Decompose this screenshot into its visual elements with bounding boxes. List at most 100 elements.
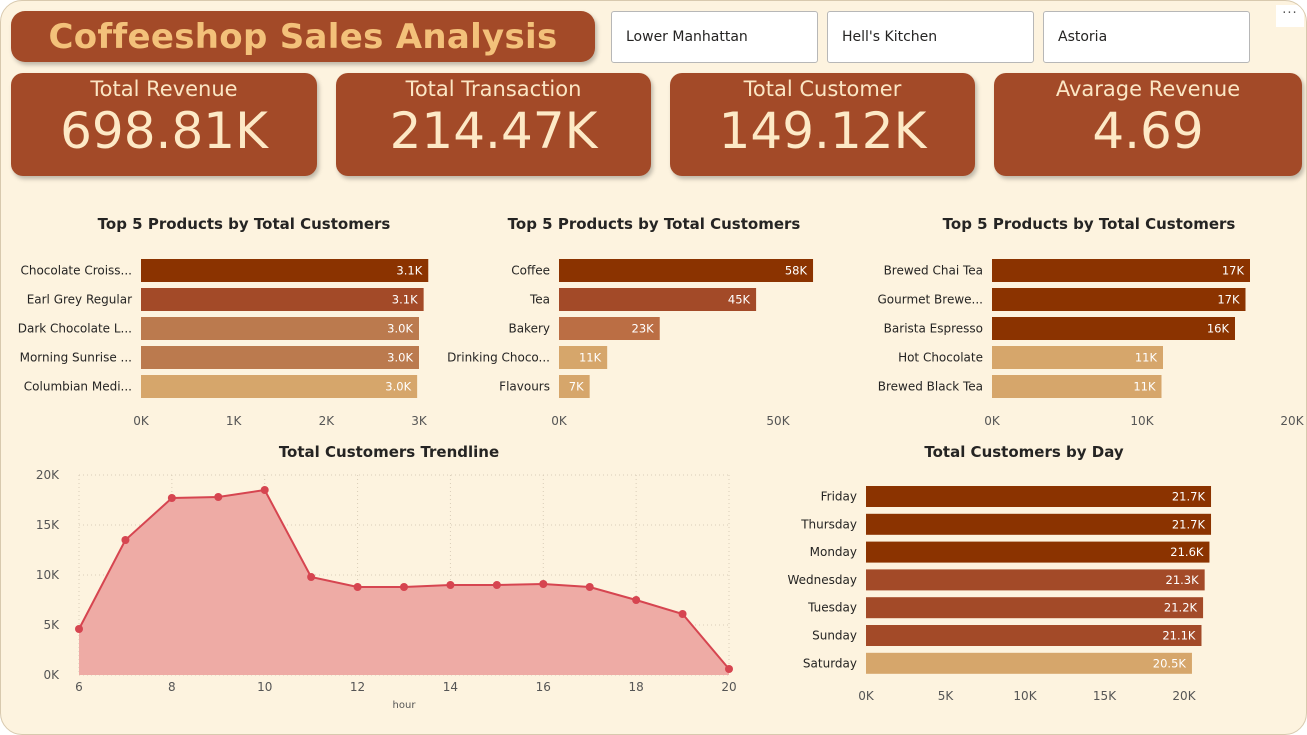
data-point bbox=[167, 494, 176, 502]
data-label: 3.0K bbox=[385, 380, 411, 394]
category-label: Hot Chocolate bbox=[898, 351, 983, 365]
kpi-label: Avarage Revenue bbox=[1055, 77, 1241, 101]
kpi-value: 698.81K bbox=[60, 102, 268, 160]
bar bbox=[992, 317, 1235, 340]
category-label: Brewed Chai Tea bbox=[884, 264, 983, 278]
data-label: 21.3K bbox=[1166, 573, 1200, 587]
data-label: 11K bbox=[1133, 380, 1156, 394]
bar bbox=[559, 259, 814, 282]
x-tick-label: 3K bbox=[411, 414, 428, 428]
x-tick-label: 0K bbox=[984, 414, 1001, 428]
data-point bbox=[214, 493, 223, 501]
dashboard-canvas: Coffeeshop Sales Analysis Lower Manhatta… bbox=[0, 0, 1307, 735]
data-point bbox=[632, 596, 641, 604]
category-label: Gourmet Brewe... bbox=[878, 293, 984, 307]
x-tick-label: 8 bbox=[168, 680, 176, 694]
kpi-value: 4.69 bbox=[1092, 102, 1204, 160]
bar bbox=[866, 625, 1202, 646]
chart-title-products-2: Top 5 Products by Total Customers bbox=[507, 215, 801, 233]
slicer-hells-kitchen[interactable]: Hell's Kitchen bbox=[827, 11, 1034, 63]
kpi-label: Total Revenue bbox=[90, 77, 238, 101]
x-tick-label: 20K bbox=[1280, 414, 1304, 428]
bar bbox=[141, 375, 418, 398]
data-point bbox=[353, 583, 362, 591]
bar bbox=[141, 259, 429, 282]
data-point bbox=[539, 580, 548, 588]
bar bbox=[866, 597, 1204, 619]
x-tick-label: 16 bbox=[536, 680, 551, 694]
area-chart-trendline: 0K 5K 10K 15K 20K 6 8 10 12 14 16 18 20 hour bbox=[36, 468, 737, 711]
data-label: 21.6K bbox=[1170, 545, 1204, 559]
category-label: Wednesday bbox=[788, 573, 857, 587]
y-tick-label: 5K bbox=[43, 618, 60, 632]
data-point bbox=[725, 665, 733, 673]
data-point bbox=[307, 573, 316, 581]
slicer-astoria[interactable]: Astoria bbox=[1043, 11, 1250, 63]
kpi-value: 149.12K bbox=[718, 102, 927, 160]
more-options-icon[interactable]: ··· bbox=[1276, 5, 1304, 27]
category-label: Friday bbox=[821, 490, 857, 504]
x-tick-label: 20 bbox=[721, 680, 736, 694]
category-label: Tuesday bbox=[807, 601, 857, 615]
category-label: Columbian Medi... bbox=[24, 380, 132, 394]
category-label: Dark Chocolate L... bbox=[18, 322, 132, 336]
y-tick-label: 15K bbox=[36, 518, 60, 532]
x-tick-label: 5K bbox=[938, 689, 955, 703]
category-label: Brewed Black Tea bbox=[878, 380, 983, 394]
kpi-label: Total Customer bbox=[743, 77, 902, 101]
bar-chart-products-2: Coffee 58K Tea 45K Bakery 23K Drinking Choco..… bbox=[447, 259, 814, 428]
data-point bbox=[400, 583, 408, 591]
x-tick-label: 15K bbox=[1093, 689, 1117, 703]
category-label: Drinking Choco... bbox=[447, 351, 550, 365]
data-label: 3.0K bbox=[387, 322, 413, 336]
data-label: 21.7K bbox=[1172, 517, 1206, 531]
x-tick-label: 10K bbox=[1130, 414, 1154, 428]
bar bbox=[141, 346, 419, 369]
bar-chart-products-1: Chocolate Croiss... 3.1K Earl Grey Regular… bbox=[18, 259, 429, 428]
page-title: Coffeeshop Sales Analysis bbox=[48, 16, 558, 57]
kpi-card-total-revenue: Total Revenue 698.81K bbox=[11, 73, 317, 176]
x-tick-label: 10 bbox=[257, 680, 272, 694]
data-point bbox=[678, 610, 687, 618]
category-label: Sunday bbox=[812, 629, 857, 643]
bar bbox=[141, 288, 424, 311]
data-label: 45K bbox=[728, 293, 751, 307]
x-tick-label: 20K bbox=[1172, 689, 1196, 703]
data-label: 3.0K bbox=[387, 351, 413, 365]
chart-title-trendline: Total Customers Trendline bbox=[278, 443, 500, 461]
data-label: 16K bbox=[1207, 322, 1230, 336]
x-tick-label: 1K bbox=[226, 414, 243, 428]
bar bbox=[866, 569, 1205, 591]
kpi-value: 214.47K bbox=[389, 102, 598, 160]
data-label: 11K bbox=[579, 351, 602, 365]
bar bbox=[866, 513, 1212, 535]
data-point bbox=[585, 583, 594, 591]
x-tick-label: 6 bbox=[75, 680, 83, 694]
data-label: 17K bbox=[1222, 264, 1245, 278]
x-tick-label: 18 bbox=[629, 680, 644, 694]
data-label: 7K bbox=[569, 380, 584, 394]
bar bbox=[866, 652, 1192, 674]
bar bbox=[866, 486, 1212, 507]
data-label: 21.2K bbox=[1164, 601, 1198, 615]
category-label: Earl Grey Regular bbox=[27, 293, 132, 307]
data-label: 21.7K bbox=[1172, 490, 1206, 504]
chart-title-products-3: Top 5 Products by Total Customers bbox=[942, 215, 1236, 233]
chart-title-by-day: Total Customers by Day bbox=[924, 443, 1124, 461]
x-tick-label: 0K bbox=[551, 414, 568, 428]
slicer-lower-manhattan[interactable]: Lower Manhattan bbox=[611, 11, 818, 63]
kpi-card-average-revenue: Avarage Revenue 4.69 bbox=[994, 73, 1302, 176]
data-label: 20.5K bbox=[1153, 656, 1187, 670]
x-tick-label: 14 bbox=[443, 680, 458, 694]
bar bbox=[992, 259, 1250, 282]
data-label: 3.1K bbox=[396, 264, 422, 278]
x-axis-label: hour bbox=[393, 700, 417, 711]
data-point bbox=[492, 581, 501, 589]
data-label: 11K bbox=[1135, 351, 1158, 365]
kpi-label: Total Transaction bbox=[405, 77, 582, 101]
data-label: 58K bbox=[785, 264, 808, 278]
category-label: Coffee bbox=[511, 264, 550, 278]
data-label: 3.1K bbox=[392, 293, 418, 307]
category-label: Saturday bbox=[803, 656, 857, 670]
bar bbox=[992, 288, 1246, 311]
